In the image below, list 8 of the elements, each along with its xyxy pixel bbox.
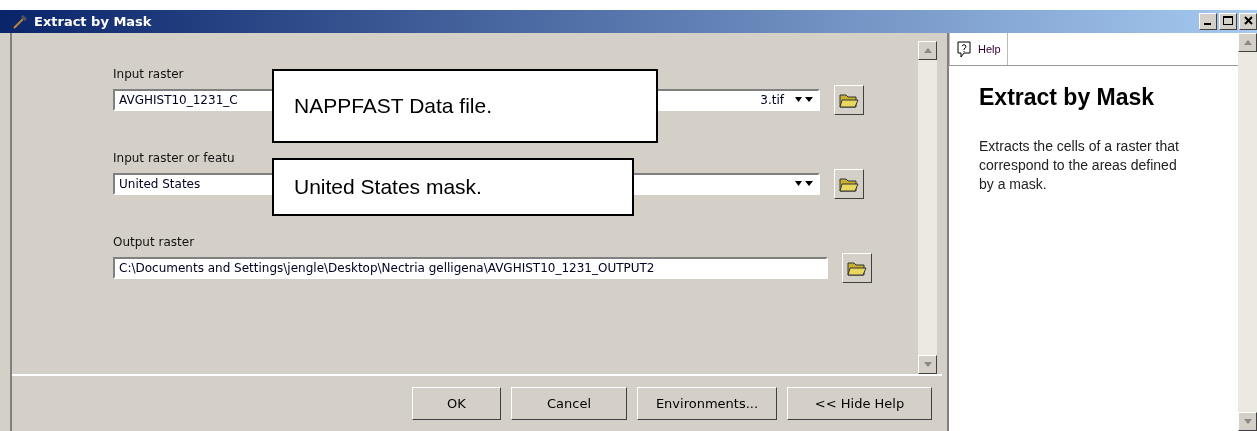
help-description: Extracts the cells of a raster that correspond to the areas defined by a mask. — [979, 137, 1179, 194]
help-title: Extract by Mask — [979, 84, 1156, 111]
field-label: Input raster — [113, 67, 185, 83]
window-title: Extract by Mask — [34, 14, 152, 29]
field-label: Output raster — [113, 235, 196, 251]
annotation-callout: United States mask. — [272, 158, 634, 216]
annotation-callout: NAPPFAST Data file. — [272, 69, 658, 143]
field-label: Input raster or featu — [113, 151, 236, 167]
